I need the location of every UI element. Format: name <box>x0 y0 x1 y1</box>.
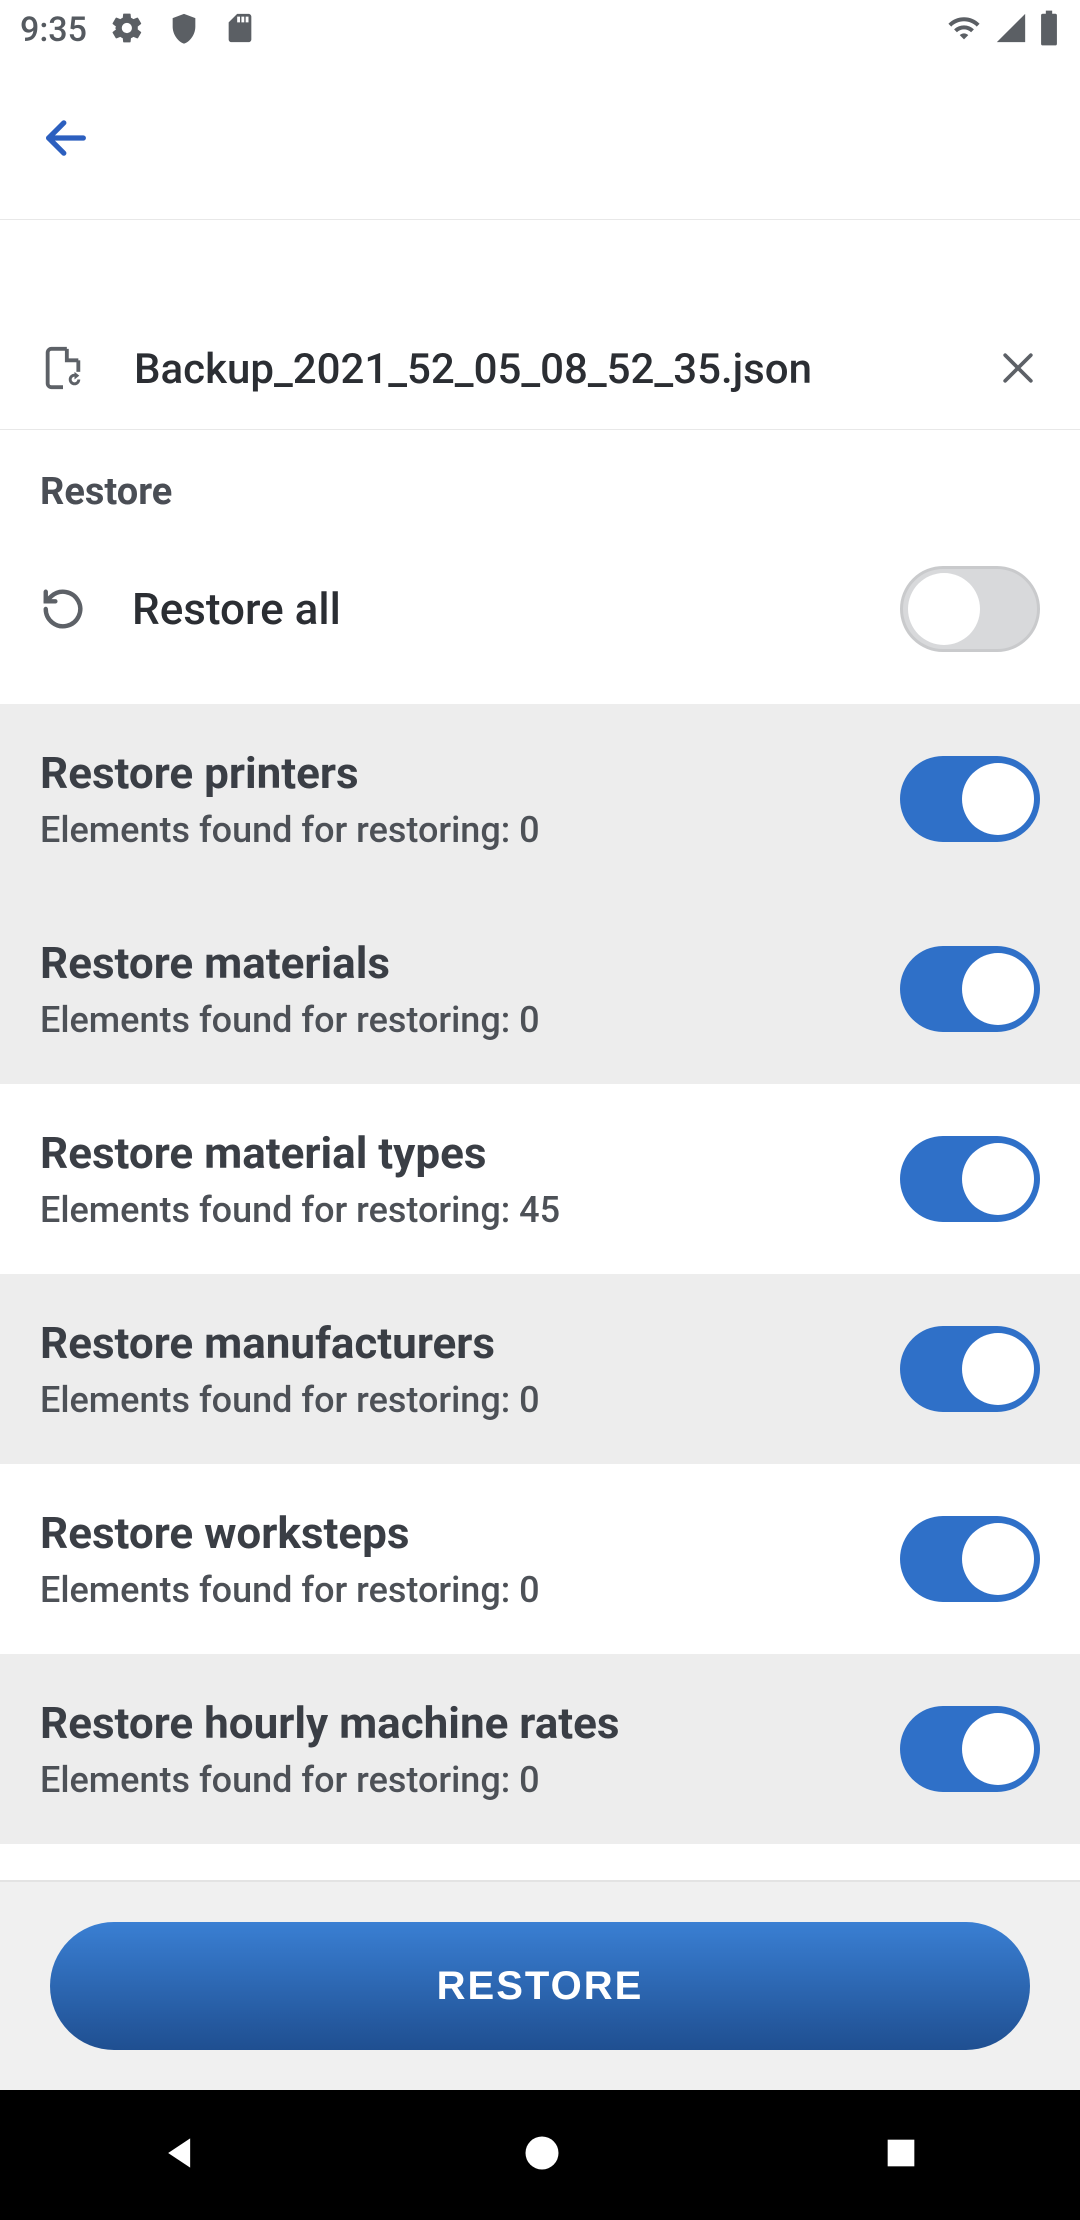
content-area: Backup_2021_52_05_08_52_35.json Restore … <box>0 220 1080 1880</box>
battery-icon <box>1038 9 1060 51</box>
status-bar: 9:35 <box>0 0 1080 60</box>
option-subtitle: Elements found for restoring: 0 <box>40 1379 900 1421</box>
restore-option-row: Restore manufacturers Elements found for … <box>0 1274 1080 1464</box>
sd-card-icon <box>223 11 257 49</box>
gear-icon <box>109 10 145 50</box>
close-icon[interactable] <box>996 346 1040 394</box>
option-title: Restore worksteps <box>40 1507 900 1559</box>
option-toggle[interactable] <box>900 1326 1040 1412</box>
option-subtitle: Elements found for restoring: 0 <box>40 999 900 1041</box>
nav-home-icon[interactable] <box>520 2131 564 2179</box>
restore-option-row: Restore worksteps Elements found for rest… <box>0 1464 1080 1654</box>
section-header: Restore <box>0 430 1080 514</box>
back-arrow-icon[interactable] <box>40 112 92 168</box>
option-title: Restore material types <box>40 1127 900 1179</box>
restore-icon <box>40 586 132 632</box>
footer-bar: RESTORE <box>0 1880 1080 2090</box>
restore-option-row: Restore hourly machine rates Elements fou… <box>0 1654 1080 1844</box>
restore-all-label: Restore all <box>132 583 900 635</box>
option-title: Restore manufacturers <box>40 1317 900 1369</box>
option-subtitle: Elements found for restoring: 0 <box>40 809 900 851</box>
option-title: Restore materials <box>40 937 900 989</box>
option-subtitle: Elements found for restoring: 45 <box>40 1189 900 1231</box>
file-name: Backup_2021_52_05_08_52_35.json <box>134 345 996 394</box>
file-restore-icon <box>40 345 86 395</box>
option-title: Restore hourly machine rates <box>40 1697 900 1749</box>
app-bar <box>0 60 1080 220</box>
option-subtitle: Elements found for restoring: 0 <box>40 1569 900 1611</box>
option-toggle[interactable] <box>900 1136 1040 1222</box>
option-subtitle: Elements found for restoring: 0 <box>40 1759 900 1801</box>
option-toggle[interactable] <box>900 756 1040 842</box>
file-row: Backup_2021_52_05_08_52_35.json <box>0 310 1080 430</box>
shield-icon <box>167 11 201 49</box>
option-toggle[interactable] <box>900 946 1040 1032</box>
nav-back-icon[interactable] <box>159 2131 203 2179</box>
restore-option-row: Restore materials Elements found for rest… <box>0 894 1080 1084</box>
option-toggle[interactable] <box>900 1516 1040 1602</box>
cellular-icon <box>994 11 1028 49</box>
status-time: 9:35 <box>20 10 87 50</box>
wifi-icon <box>944 11 984 49</box>
option-toggle[interactable] <box>900 1706 1040 1792</box>
option-title: Restore printers <box>40 747 900 799</box>
restore-option-row: Restore material types Elements found for… <box>0 1084 1080 1274</box>
system-nav-bar <box>0 2090 1080 2220</box>
restore-all-toggle[interactable] <box>900 566 1040 652</box>
restore-button[interactable]: RESTORE <box>50 1922 1030 2050</box>
restore-all-row: Restore all <box>0 514 1080 704</box>
nav-recent-icon[interactable] <box>881 2133 921 2177</box>
restore-option-row: Restore printers Elements found for resto… <box>0 704 1080 894</box>
